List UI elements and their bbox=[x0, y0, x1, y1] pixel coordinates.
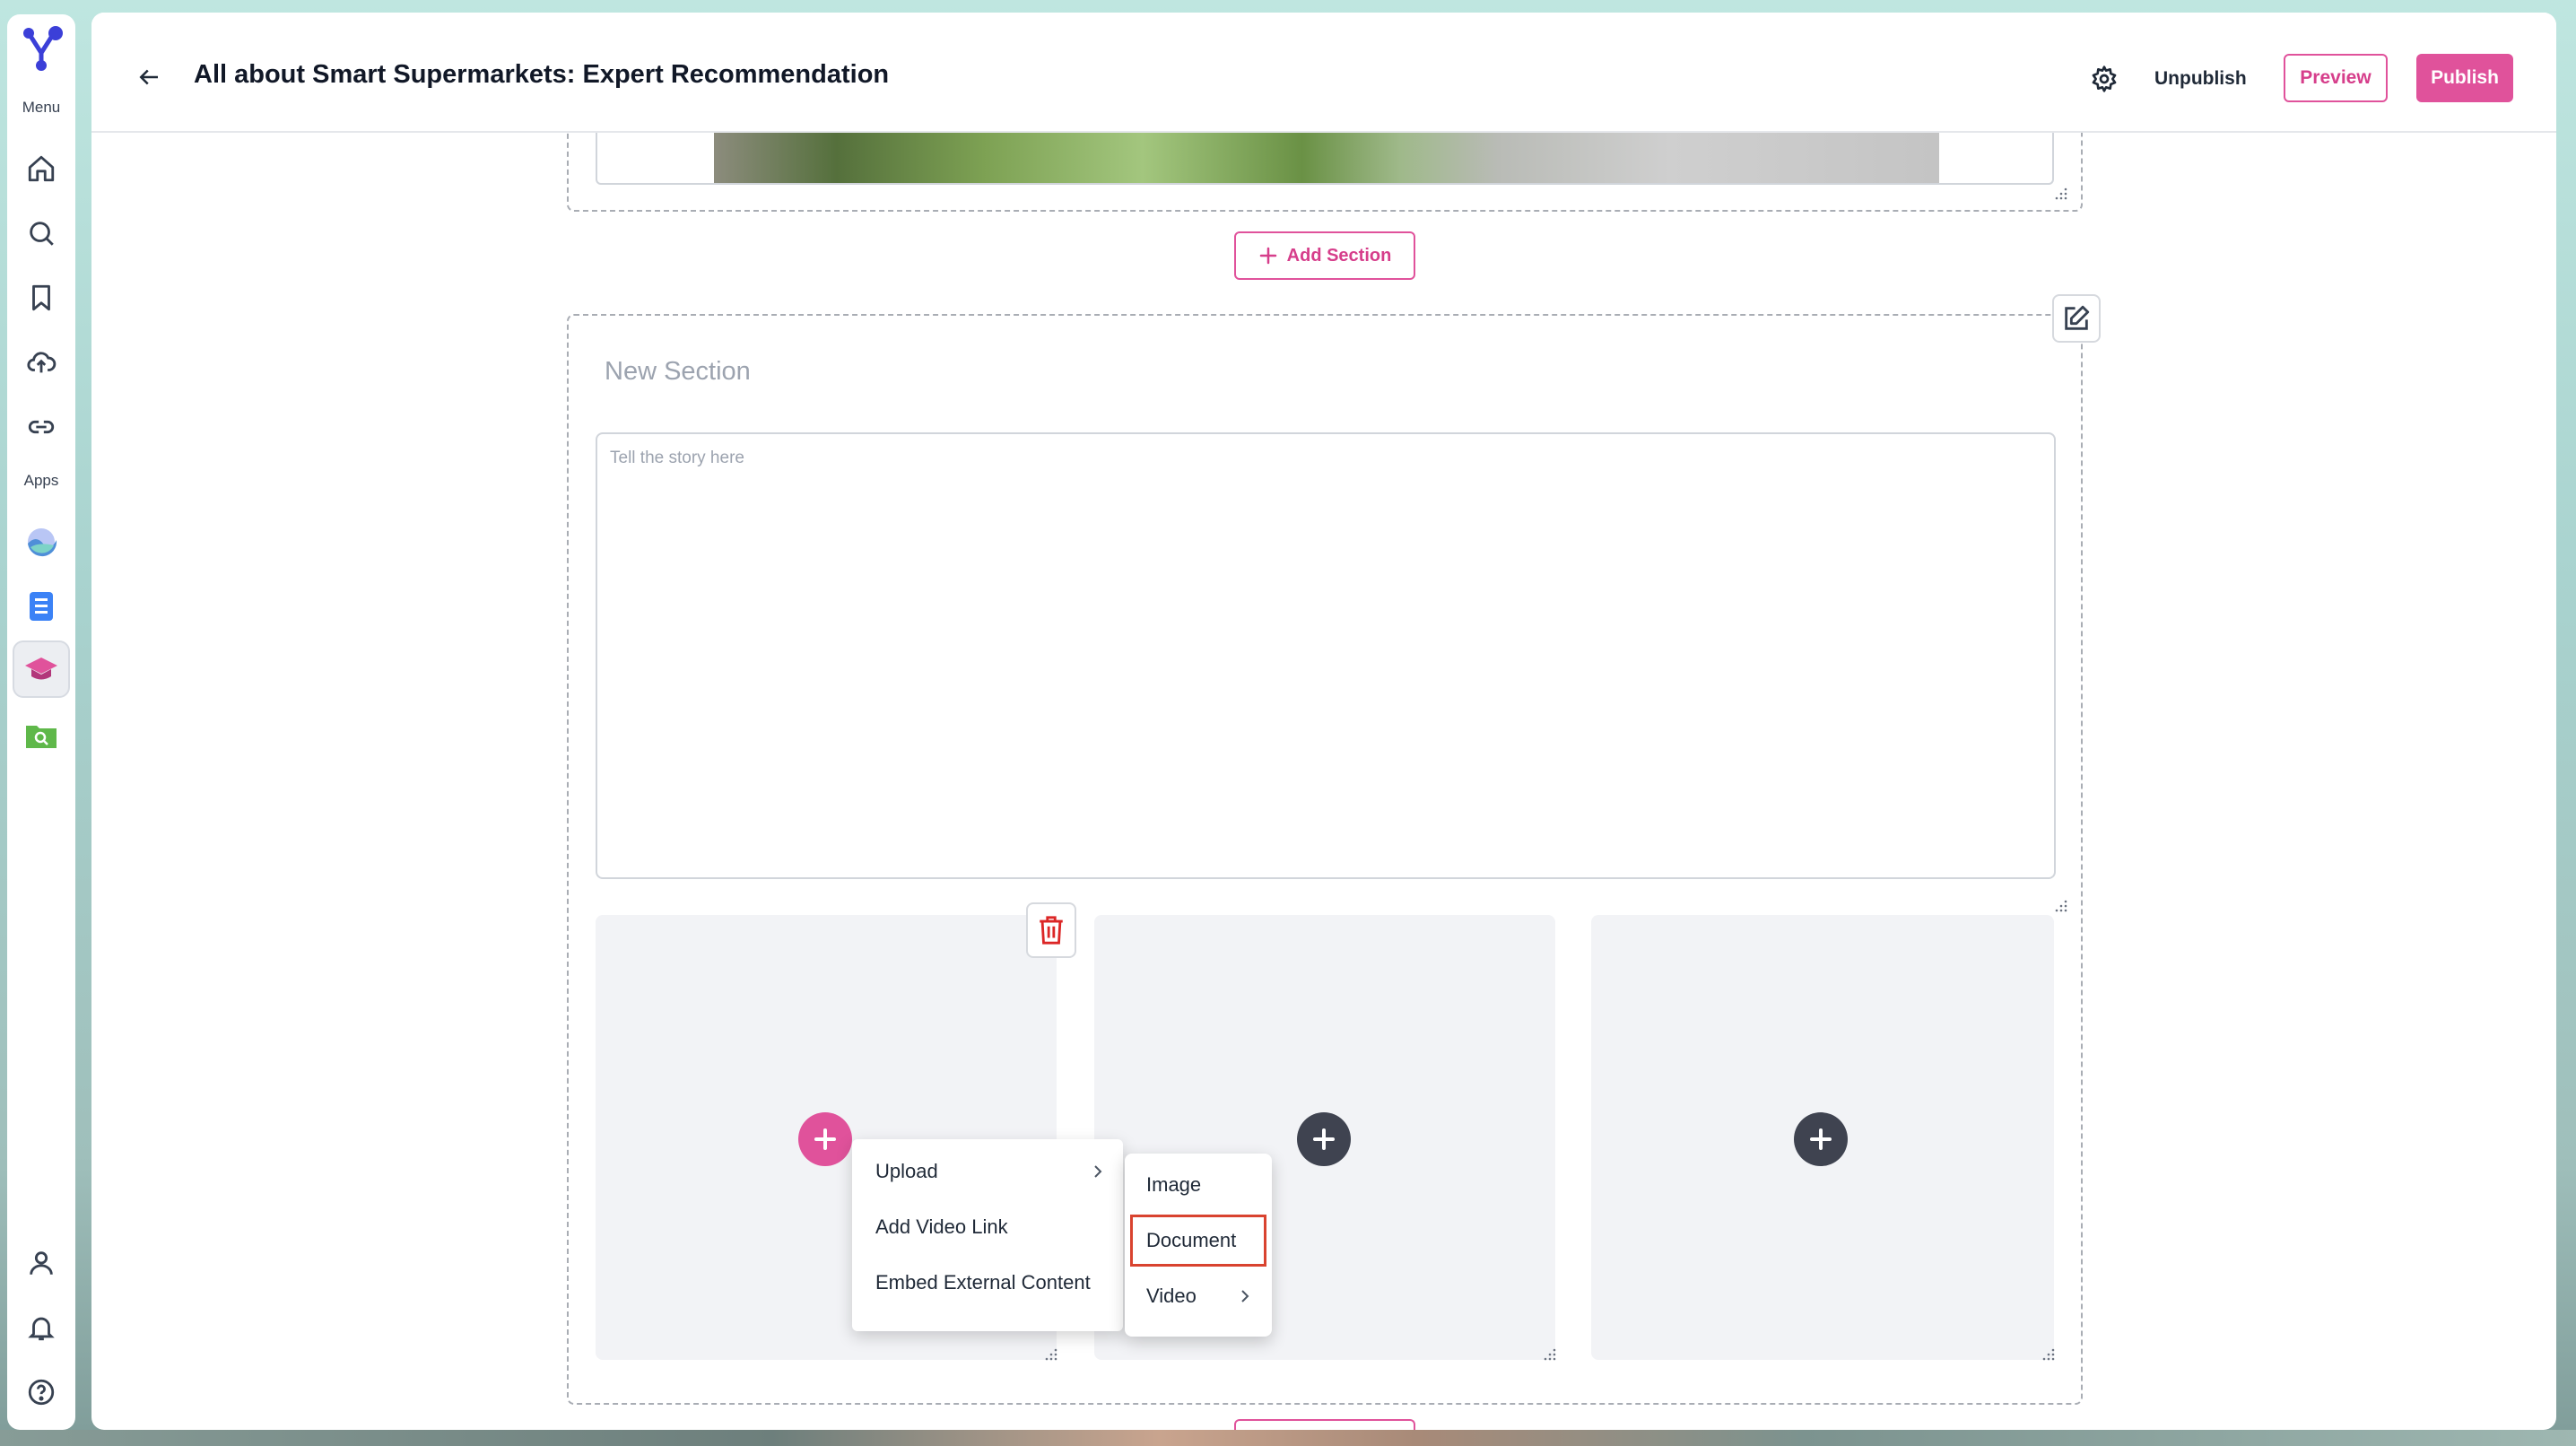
menu-item-add-video-link[interactable]: Add Video Link bbox=[852, 1202, 1123, 1252]
plus-icon bbox=[1810, 1128, 1832, 1150]
chevron-right-icon bbox=[1241, 1290, 1249, 1302]
submenu-item-label: Document bbox=[1146, 1229, 1237, 1251]
menu-item-label: Upload bbox=[875, 1160, 938, 1182]
upload-submenu: Image Document Video bbox=[1125, 1154, 1272, 1337]
publish-button[interactable]: Publish bbox=[2416, 54, 2513, 102]
section-title-input[interactable]: New Section bbox=[605, 357, 751, 387]
menu-item-upload[interactable]: Upload bbox=[852, 1146, 1123, 1197]
top-bar: All about Smart Supermarkets: Expert Rec… bbox=[91, 13, 2556, 133]
resize-handle-icon[interactable] bbox=[1044, 1347, 1058, 1362]
add-media-button-2[interactable] bbox=[1297, 1112, 1351, 1166]
plus-icon bbox=[1313, 1128, 1335, 1150]
submenu-item-label: Image bbox=[1146, 1173, 1202, 1196]
story-placeholder: Tell the story here bbox=[610, 449, 744, 467]
page-title: All about Smart Supermarkets: Expert Rec… bbox=[194, 60, 890, 89]
app-graduation-cap-icon[interactable] bbox=[13, 640, 70, 698]
trash-icon bbox=[1040, 916, 1063, 945]
submenu-item-image[interactable]: Image bbox=[1130, 1159, 1266, 1211]
link-icon[interactable] bbox=[13, 398, 70, 456]
next-add-section-button[interactable] bbox=[1234, 1419, 1415, 1430]
upload-cloud-icon[interactable] bbox=[13, 334, 70, 391]
submenu-item-video[interactable]: Video bbox=[1130, 1270, 1266, 1322]
gear-icon[interactable] bbox=[2086, 61, 2122, 97]
edit-section-button[interactable] bbox=[2052, 294, 2101, 343]
menu-label: Menu bbox=[22, 99, 61, 116]
app-wave-icon[interactable] bbox=[13, 513, 70, 571]
resize-handle-icon[interactable] bbox=[2054, 187, 2068, 201]
home-icon[interactable] bbox=[13, 140, 70, 197]
bookmark-icon[interactable] bbox=[13, 269, 70, 327]
story-textarea[interactable]: Tell the story here bbox=[596, 432, 2056, 879]
bell-icon[interactable] bbox=[13, 1299, 70, 1356]
menu-item-embed-external-content[interactable]: Embed External Content bbox=[852, 1258, 1123, 1308]
resize-handle-icon[interactable] bbox=[2054, 899, 2068, 913]
edit-icon bbox=[2065, 305, 2090, 330]
add-media-menu: Upload Add Video Link Embed External Con… bbox=[852, 1139, 1123, 1331]
back-arrow-icon[interactable] bbox=[131, 59, 167, 95]
add-media-button-1[interactable] bbox=[798, 1112, 852, 1166]
app-document-icon[interactable] bbox=[13, 578, 70, 635]
submenu-item-label: Video bbox=[1146, 1285, 1197, 1307]
submenu-item-document[interactable]: Document bbox=[1130, 1215, 1266, 1267]
logo-icon[interactable] bbox=[13, 18, 70, 81]
chevron-right-icon bbox=[1094, 1165, 1102, 1178]
apps-label: Apps bbox=[23, 472, 59, 489]
delete-media-button[interactable] bbox=[1026, 902, 1076, 958]
add-section-button[interactable]: Add Section bbox=[1234, 231, 1415, 280]
user-icon[interactable] bbox=[13, 1234, 70, 1292]
search-icon[interactable] bbox=[13, 205, 70, 262]
add-section-label: Add Section bbox=[1286, 245, 1392, 266]
plus-icon bbox=[814, 1128, 836, 1150]
app-folder-search-icon[interactable] bbox=[13, 707, 70, 764]
menu-item-label: Embed External Content bbox=[875, 1271, 1091, 1294]
help-icon[interactable] bbox=[13, 1363, 70, 1421]
background-strip bbox=[0, 1430, 2576, 1446]
plus-icon bbox=[1259, 247, 1276, 265]
sidebar: Menu Apps bbox=[7, 14, 75, 1430]
resize-handle-icon[interactable] bbox=[2041, 1347, 2056, 1362]
add-media-button-3[interactable] bbox=[1794, 1112, 1848, 1166]
resize-handle-icon[interactable] bbox=[1543, 1347, 1557, 1362]
editor-panel: Add Section New Section Tell the story h… bbox=[91, 13, 2556, 1430]
preview-button[interactable]: Preview bbox=[2284, 54, 2388, 102]
unpublish-button[interactable]: Unpublish bbox=[2154, 63, 2247, 95]
menu-item-label: Add Video Link bbox=[875, 1215, 1008, 1238]
